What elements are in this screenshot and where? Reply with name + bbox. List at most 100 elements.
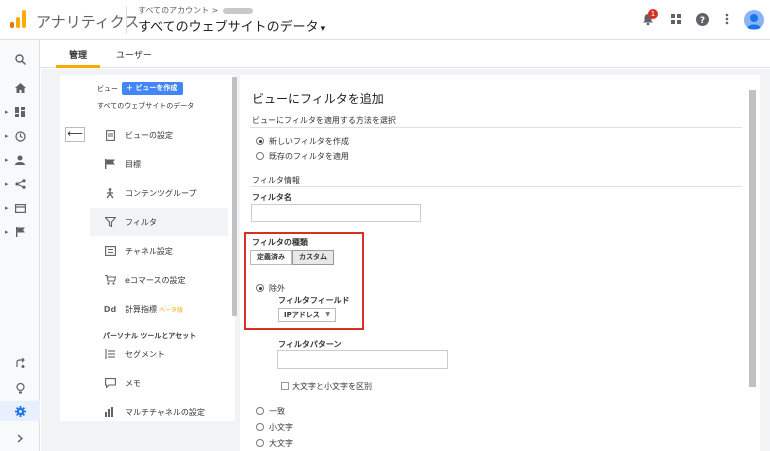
filter-field-label: フィルタフィールド: [278, 296, 350, 305]
beta-badge: ベータ版: [159, 306, 184, 314]
acquisition-icon[interactable]: ▸: [0, 174, 40, 194]
menu-content-groups[interactable]: コンテンツグループ: [90, 179, 228, 207]
filter-name-label: フィルタ名: [252, 193, 292, 202]
lowercase-radio[interactable]: [256, 423, 264, 431]
channel-icon: [103, 246, 117, 256]
create-view-label: ビューを作成: [135, 84, 178, 92]
menu-annotations[interactable]: メモ: [90, 369, 228, 397]
help-icon[interactable]: ?: [694, 11, 710, 27]
match-radio[interactable]: [256, 407, 264, 415]
menu-label: メモ: [125, 378, 141, 388]
create-new-filter-radio[interactable]: [256, 137, 264, 145]
lightbulb-icon[interactable]: [0, 378, 40, 398]
tab-predefined[interactable]: 定義済み: [250, 250, 292, 265]
segment-icon: [103, 349, 117, 359]
add-filter-form: ビューにフィルタを追加 ビューにフィルタを適用する方法を選択 新しいフィルタを作…: [240, 75, 760, 451]
form-scrollbar[interactable]: [749, 90, 756, 387]
case-sensitive-label: 大文字と小文字を区別: [292, 382, 372, 391]
admin-column-scrollbar[interactable]: [232, 77, 237, 316]
menu-label: セグメント: [125, 349, 165, 359]
apps-grid-icon[interactable]: [668, 11, 684, 27]
menu-calculated-metrics[interactable]: Dd 計算指標 ベータ版: [90, 295, 228, 323]
redacted-account: [223, 7, 254, 14]
menu-goals[interactable]: 目標: [90, 150, 228, 178]
filter-type-toggle: 定義済み カスタム: [250, 250, 334, 265]
breadcrumb[interactable]: すべてのアカウント >: [138, 5, 254, 16]
filter-pattern-input[interactable]: [277, 350, 448, 369]
menu-view-settings[interactable]: ビューの設定: [90, 121, 228, 149]
tab-user[interactable]: ユーザー: [116, 48, 152, 61]
create-view-button[interactable]: ＋ ビューを作成: [122, 82, 184, 95]
user-avatar[interactable]: [744, 10, 764, 30]
svg-text:?: ?: [699, 16, 704, 26]
filter-type-label: フィルタの種類: [252, 238, 308, 247]
document-icon: [103, 129, 117, 141]
breadcrumb-text: すべてのアカウント >: [138, 6, 219, 15]
menu-ecommerce-settings[interactable]: eコマースの設定: [90, 266, 228, 294]
tab-active-indicator: [56, 65, 100, 68]
view-label: ビュー: [97, 85, 118, 93]
view-admin-column: ビュー ＋ ビューを作成 すべてのウェブサイトのデータ ⟵ ビューの設定 目標 …: [60, 75, 235, 430]
match-label: 一致: [269, 407, 285, 416]
method-label: ビューにフィルタを適用する方法を選択: [252, 116, 396, 125]
home-icon[interactable]: [0, 78, 40, 98]
menu-filters[interactable]: フィルタ: [90, 208, 228, 236]
account-selector[interactable]: すべてのウェブサイトのデータ ▾: [138, 16, 325, 35]
person-walk-icon: [103, 187, 117, 199]
exclude-label: 除外: [269, 284, 285, 293]
caret-down-icon: ▾: [320, 24, 326, 34]
admin-gear-icon[interactable]: [0, 401, 40, 421]
filter-info-label: フィルタ情報: [252, 176, 300, 185]
filter-name-input[interactable]: [251, 204, 421, 222]
exclude-radio[interactable]: [256, 284, 264, 292]
divider: [250, 186, 742, 187]
apply-existing-filter-radio[interactable]: [256, 152, 264, 160]
page-title: ビューにフィルタを追加: [252, 92, 384, 106]
lowercase-label: 小文字: [269, 423, 293, 432]
app-name: アナリティクス: [36, 13, 140, 31]
menu-label: ビューの設定: [125, 130, 173, 140]
menu-channel-settings[interactable]: チャネル設定: [90, 237, 228, 265]
tab-custom[interactable]: カスタム: [292, 250, 334, 265]
menu-label: 計算指標: [125, 304, 157, 314]
attribution-icon[interactable]: [0, 353, 40, 373]
uppercase-label: 大文字: [269, 439, 293, 448]
clock-icon[interactable]: ▸: [0, 126, 40, 146]
behavior-icon[interactable]: ▸: [0, 198, 40, 218]
person-icon[interactable]: ▸: [0, 150, 40, 170]
menu-label: 目標: [125, 159, 141, 169]
caret-down-icon: ▼: [325, 311, 330, 318]
menu-label: マルチチャネルの設定: [125, 407, 205, 417]
apply-existing-filter-label: 既存のフィルタを適用: [269, 152, 349, 161]
dashboard-icon[interactable]: ▸: [0, 102, 40, 122]
create-new-filter-label: 新しいフィルタを作成: [269, 137, 349, 146]
admin-tabs: 管理 ユーザー: [40, 40, 770, 68]
menu-label: コンテンツグループ: [125, 188, 197, 198]
tab-admin[interactable]: 管理: [69, 48, 87, 61]
menu-segments[interactable]: セグメント: [90, 340, 228, 368]
analytics-logo-icon[interactable]: [10, 10, 26, 28]
view-name: すべてのウェブサイトのデータ: [97, 102, 195, 110]
flag-icon: [103, 159, 117, 169]
filter-icon: [103, 217, 117, 227]
comment-icon: [103, 378, 117, 388]
more-vert-icon[interactable]: [719, 11, 735, 27]
back-arrow-icon[interactable]: ⟵: [65, 127, 85, 142]
dd-icon: Dd: [103, 304, 117, 314]
header-divider: [126, 6, 127, 34]
notification-badge: 1: [648, 9, 658, 19]
expand-chevron-icon[interactable]: [0, 428, 40, 448]
search-icon[interactable]: [0, 49, 40, 69]
filter-field-select[interactable]: IPアドレス ▼: [278, 308, 336, 322]
conversions-flag-icon[interactable]: ▸: [0, 222, 40, 242]
filter-field-value: IPアドレス: [284, 311, 320, 319]
menu-label: フィルタ: [125, 217, 157, 227]
admin-footer: [60, 421, 235, 451]
cart-icon: [103, 275, 117, 285]
bar-chart-icon: [103, 407, 117, 417]
uppercase-radio[interactable]: [256, 439, 264, 447]
top-header: アナリティクス すべてのアカウント > すべてのウェブサイトのデータ ▾ 1 ?: [0, 0, 770, 40]
divider: [250, 127, 742, 128]
filter-pattern-label: フィルタパターン: [278, 340, 342, 349]
case-sensitive-checkbox[interactable]: [281, 382, 289, 390]
